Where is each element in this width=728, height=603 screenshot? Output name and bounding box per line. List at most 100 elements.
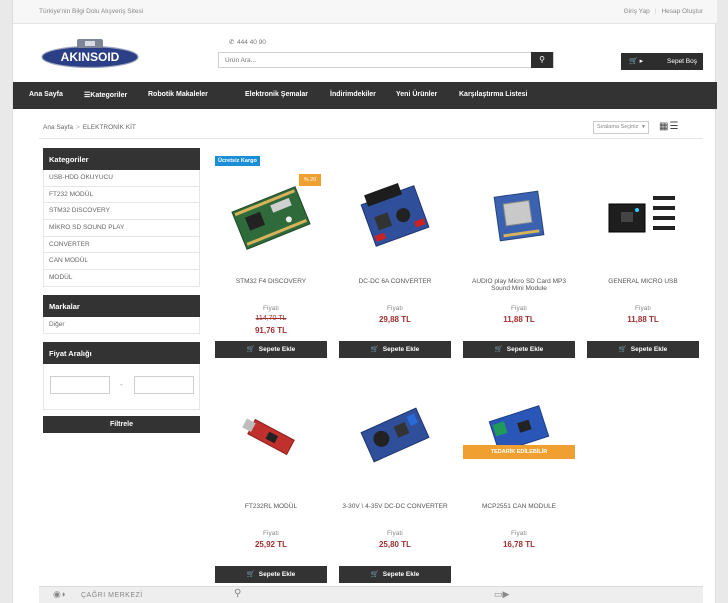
account-links: Giriş Yap | Hesap Oluştur — [624, 8, 703, 15]
cart-icon: 🛒 — [370, 346, 379, 353]
sidebar-category-item[interactable]: MİKRO SD SOUND PLAY — [43, 220, 200, 237]
product-name[interactable]: FT232RL MODÜL — [215, 503, 327, 510]
breadcrumb-current: ELEKTRONİK KİT — [82, 124, 136, 131]
product-image[interactable] — [587, 156, 699, 272]
sort-select[interactable]: Sıralama Seçiniz ▼ — [593, 121, 649, 134]
price-max-input[interactable] — [134, 375, 194, 394]
discount-badge: % 20 — [299, 174, 321, 186]
breadcrumb-bar: Ana Sayfa > ELEKTRONİK KİT Sıralama Seçini… — [39, 117, 703, 139]
product-price: 91,76 TL — [254, 326, 287, 335]
nav-new-products[interactable]: Yeni Ürünler — [396, 91, 437, 98]
search-input[interactable] — [219, 53, 529, 67]
product-name[interactable]: MCP2551 CAN MODULE — [463, 503, 575, 510]
phone-number: ✆ 444 40 90 — [229, 39, 266, 46]
product-name[interactable]: 3-30V \ 4-35V DC-DC CONVERTER — [339, 503, 451, 510]
nav-electronic-schemas[interactable]: Elektronik Şemalar — [245, 91, 308, 98]
site-logo[interactable]: AKINSOID — [41, 38, 139, 68]
cart-icon: 🛒 — [618, 346, 627, 353]
product-image[interactable] — [339, 381, 451, 497]
price-label: Fiyatı — [511, 305, 527, 312]
product-image[interactable] — [215, 381, 327, 497]
free-shipping-badge: Ücretsiz Kargo — [215, 156, 260, 166]
product-card: FT232RL MODÜL Fiyatı 25,92 TL 🛒 Sepete Ek… — [215, 373, 327, 598]
sidebar: Kategoriler USB-HDD OKUYUCU FT232 MODÜL … — [43, 148, 200, 433]
product-image[interactable] — [463, 381, 575, 497]
product-card: Ücretsiz Kargo % 20 STM32 F4 DISCOVERY F… — [215, 148, 327, 373]
sidebar-category-item[interactable]: CAN MODÜL — [43, 253, 200, 271]
footer-band: ◉◗ ÇAĞRI MERKEZİ ⚲ ▭▶ — [39, 586, 703, 603]
breadcrumb-home[interactable]: Ana Sayfa — [43, 124, 73, 131]
price-label: Fiyatı — [635, 305, 651, 312]
product-price: 16,78 TL — [502, 540, 535, 549]
truck-icon: ▭▶ — [494, 589, 510, 599]
register-link[interactable]: Hesap Oluştur — [661, 8, 703, 15]
nav-home[interactable]: Ana Sayfa — [29, 91, 63, 98]
sidebar-category-item[interactable]: MODÜL — [43, 270, 200, 287]
product-name[interactable]: STM32 F4 DISCOVERY — [215, 278, 327, 285]
breadcrumb-arrow: > — [76, 124, 80, 131]
price-label: Fiyatı — [387, 305, 403, 312]
categories-title: Kategoriler — [43, 148, 200, 170]
product-name[interactable]: AUDIO play Micro SD Card MP3 Sound Mini … — [463, 278, 575, 292]
header: AKINSOID ✆444 40 90 ⚲ 🛒 ▸ Sepet Boş — [13, 24, 717, 80]
sidebar-category-item[interactable]: FT232 MODÜL — [43, 186, 200, 204]
price-label: Fiyatı — [387, 530, 403, 537]
nav-compare-list[interactable]: Karşılaştırma Listesi — [459, 91, 527, 98]
main-nav: Ana Sayfa ☰Kategoriler Robotik Makaleler… — [13, 82, 717, 109]
search-box: ⚲ — [218, 52, 554, 68]
headset-icon: ◉◗ — [53, 589, 67, 599]
sort-select-value: Sıralama Seçiniz — [597, 124, 639, 130]
sidebar-category-item[interactable]: STM32 DISCOVERY — [43, 203, 200, 221]
nav-categories[interactable]: ☰Kategoriler — [84, 91, 127, 99]
add-to-cart-button[interactable]: 🛒 Sepete Ekle — [339, 566, 451, 583]
price-range-dash: - — [120, 379, 123, 389]
old-price: 114,70 TL — [255, 315, 287, 322]
chevron-down-icon: ▼ — [641, 124, 646, 130]
add-to-cart-button[interactable]: 🛒 Sepete Ekle — [587, 341, 699, 358]
phone-icon: ✆ — [229, 39, 235, 46]
list-view-icon[interactable]: ☰ — [669, 121, 679, 132]
cart-label: Sepet Boş — [667, 58, 697, 65]
grid-view-icon[interactable]: ▦ — [659, 121, 669, 132]
filter-button[interactable]: Filtrele — [43, 415, 200, 433]
cart-button[interactable]: 🛒 ▸ Sepet Boş — [621, 53, 703, 70]
product-name[interactable]: DC-DC 6A CONVERTER — [339, 278, 451, 285]
product-card: DC-DC 6A CONVERTER Fiyatı 29,88 TL 🛒 Sepe… — [339, 148, 451, 373]
price-min-input[interactable] — [50, 375, 110, 394]
add-to-cart-button[interactable]: 🛒 Sepete Ekle — [339, 341, 451, 358]
product-image[interactable] — [463, 156, 575, 272]
breadcrumb: Ana Sayfa > ELEKTRONİK KİT — [43, 124, 136, 131]
product-price: 11,88 TL — [503, 315, 535, 324]
product-price: 25,92 TL — [254, 540, 287, 549]
location-pin-icon: ⚲ — [234, 588, 242, 599]
sidebar-brand-item[interactable]: Diğer — [43, 316, 200, 334]
page-frame: Türkiye'nin Bilgi Dolu Alışveriş Sitesi … — [12, 0, 717, 603]
login-link[interactable]: Giriş Yap — [624, 8, 650, 15]
link-divider: | — [654, 8, 657, 15]
price-range-box: - — [43, 363, 200, 410]
product-name[interactable]: GENERAL MICRO USB — [587, 278, 699, 285]
top-bar: Türkiye'nin Bilgi Dolu Alışveriş Sitesi … — [13, 0, 717, 24]
product-card: AUDIO play Micro SD Card MP3 Sound Mini … — [463, 148, 575, 373]
product-image[interactable] — [339, 156, 451, 272]
search-icon[interactable]: ⚲ — [531, 52, 553, 68]
price-label: Fiyatı — [263, 530, 279, 537]
logo-text: AKINSOID — [61, 50, 120, 64]
add-to-cart-button[interactable]: 🛒 Sepete Ekle — [215, 341, 327, 358]
sidebar-category-item[interactable]: USB-HDD OKUYUCU — [43, 170, 200, 187]
sidebar-category-item[interactable]: CONVERTER — [43, 236, 200, 254]
product-card: TEDARİK EDİLEBİLİR MCP2551 CAN MODULE Fi… — [463, 373, 575, 598]
nav-discounts[interactable]: İndirimdekiler — [330, 91, 376, 98]
brands-title: Markalar — [43, 294, 200, 317]
add-to-cart-button[interactable]: 🛒 Sepete Ekle — [215, 566, 327, 583]
call-center-label: ÇAĞRI MERKEZİ — [81, 592, 143, 599]
add-to-cart-button[interactable]: 🛒 Sepete Ekle — [463, 341, 575, 358]
cart-icon: 🛒 — [246, 346, 255, 353]
cart-icon: 🛒 — [246, 571, 255, 578]
site-tagline: Türkiye'nin Bilgi Dolu Alışveriş Sitesi — [39, 8, 144, 15]
cart-icon: 🛒 — [370, 571, 379, 578]
nav-robotics-articles[interactable]: Robotik Makaleler — [148, 91, 208, 98]
product-card: GENERAL MICRO USB Fiyatı 11,88 TL 🛒 Sepet… — [587, 148, 699, 373]
price-range-title: Fiyat Aralığı — [43, 341, 200, 364]
product-price: 29,88 TL — [378, 315, 411, 324]
